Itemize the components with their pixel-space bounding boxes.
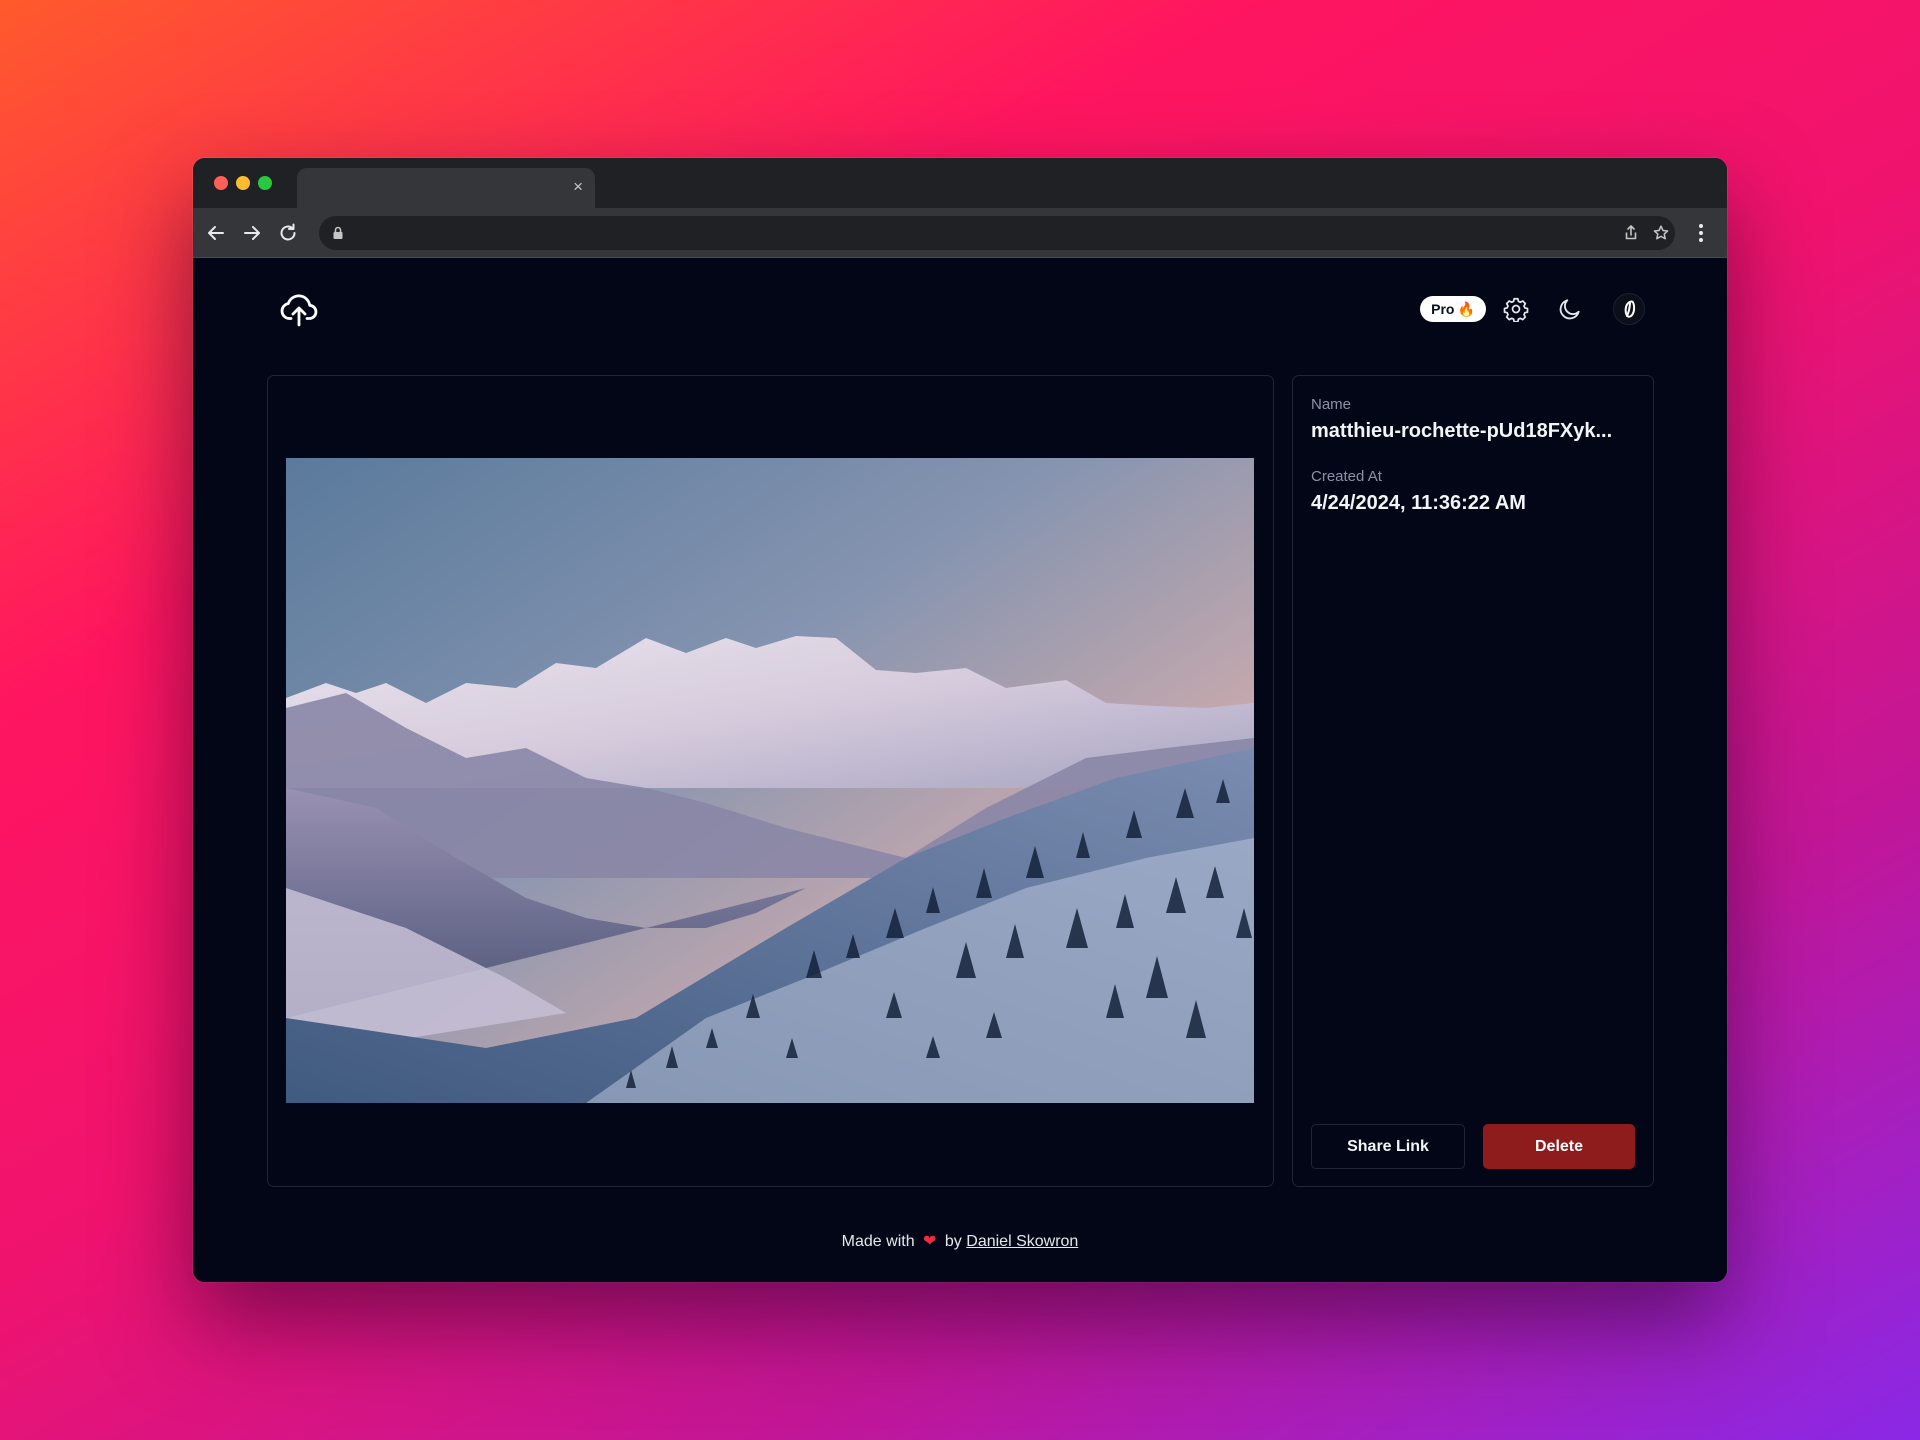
share-link-button[interactable]: Share Link bbox=[1311, 1124, 1465, 1169]
maximize-window-button[interactable] bbox=[258, 176, 272, 190]
author-link[interactable]: Daniel Skowron bbox=[966, 1233, 1078, 1250]
image-preview-card bbox=[267, 375, 1274, 1187]
forward-arrow-icon[interactable] bbox=[240, 221, 264, 245]
delete-button[interactable]: Delete bbox=[1483, 1124, 1635, 1169]
avatar[interactable] bbox=[1613, 293, 1645, 325]
kebab-menu-icon[interactable] bbox=[1689, 221, 1713, 245]
share-icon[interactable] bbox=[1622, 224, 1640, 242]
pro-badge-label: Pro bbox=[1431, 301, 1455, 317]
moon-icon[interactable] bbox=[1557, 296, 1583, 322]
footer: Made with ❤ by Daniel Skowron bbox=[193, 1231, 1727, 1251]
photo-image bbox=[286, 458, 1254, 1103]
name-value: matthieu-rochette-pUd18FXyk... bbox=[1311, 420, 1613, 442]
mountain-photo[interactable] bbox=[286, 458, 1254, 1103]
image-details-card: Name matthieu-rochette-pUd18FXyk... Crea… bbox=[1292, 375, 1654, 1187]
created-at-label: Created At bbox=[1311, 468, 1382, 485]
name-label: Name bbox=[1311, 396, 1352, 413]
tab-bar: × bbox=[193, 158, 1727, 208]
address-bar[interactable] bbox=[319, 216, 1675, 250]
browser-toolbar bbox=[193, 208, 1727, 258]
reload-icon[interactable] bbox=[276, 221, 300, 245]
footer-by: by bbox=[944, 1233, 962, 1250]
lock-icon bbox=[333, 226, 343, 239]
cloud-upload-icon[interactable] bbox=[279, 289, 319, 329]
browser-window: × Pro 🔥 Name matthieu-rochette-pUd18FXyk… bbox=[193, 158, 1727, 1282]
pro-badge[interactable]: Pro 🔥 bbox=[1420, 296, 1486, 322]
page-content: Pro 🔥 Name matthieu-rochette-pUd18FXyk..… bbox=[193, 259, 1727, 1282]
minimize-window-button[interactable] bbox=[236, 176, 250, 190]
fire-icon: 🔥 bbox=[1457, 300, 1475, 317]
gear-icon[interactable] bbox=[1503, 296, 1529, 322]
heart-icon: ❤ bbox=[923, 1233, 937, 1250]
close-window-button[interactable] bbox=[214, 176, 228, 190]
avatar-monogram-icon bbox=[1624, 300, 1636, 318]
back-arrow-icon[interactable] bbox=[204, 221, 228, 245]
tab-close-icon[interactable]: × bbox=[573, 177, 583, 197]
footer-made-with: Made with bbox=[841, 1233, 915, 1250]
created-at-value: 4/24/2024, 11:36:22 AM bbox=[1311, 492, 1526, 514]
star-icon[interactable] bbox=[1652, 224, 1670, 242]
browser-tab[interactable]: × bbox=[297, 168, 595, 208]
